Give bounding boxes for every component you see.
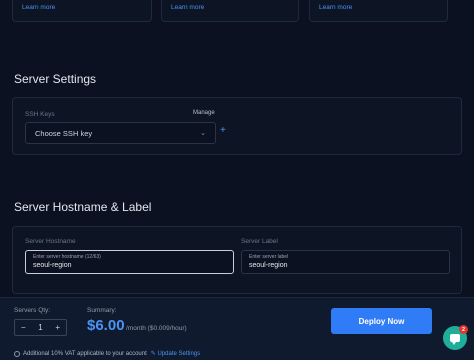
server-hostname-label: Server Hostname [25, 238, 76, 245]
server-settings-panel: SSH Keys Manage Choose SSH key ⌄ + [12, 97, 462, 155]
plan-card-3: Learn more [309, 0, 448, 22]
server-label-hint: Enter server label [249, 254, 289, 260]
server-label-value: seoul-region [249, 262, 288, 269]
plan-card-2: Learn more [161, 0, 299, 22]
hostname-label-title: Server Hostname & Label [14, 200, 152, 214]
price-period: /month ($0.009/hour) [126, 325, 187, 332]
ssh-key-select[interactable]: Choose SSH key ⌄ [25, 122, 216, 144]
chevron-down-icon: ⌄ [200, 130, 206, 137]
manage-link[interactable]: Manage [193, 110, 215, 116]
learn-more-link-2[interactable]: Learn more [171, 4, 204, 11]
server-label-input[interactable]: Enter server label seoul-region [241, 250, 450, 274]
summary-label: Summary: [87, 307, 117, 314]
server-label-label: Server Label [241, 238, 278, 245]
ssh-keys-label: SSH Keys [25, 111, 55, 118]
chat-icon [450, 334, 460, 345]
learn-more-link-1[interactable]: Learn more [22, 4, 55, 11]
qty-plus-button[interactable]: + [55, 323, 60, 332]
plan-card-1: Learn more [12, 0, 152, 22]
qty-value[interactable]: 1 [38, 323, 42, 332]
chat-badge: 2 [459, 325, 468, 334]
deploy-now-button[interactable]: Deploy Now [331, 308, 432, 334]
servers-qty-label: Servers Qty: [14, 307, 51, 314]
chat-button[interactable]: 2 [443, 325, 468, 350]
server-hostname-input[interactable]: Enter server hostname (12/63) seoul-regi… [25, 250, 234, 274]
info-icon [14, 350, 20, 357]
add-ssh-key-icon[interactable]: + [220, 125, 226, 136]
update-settings-link[interactable]: ✎ Update Settings [151, 350, 200, 357]
vat-text: Additional 10% VAT applicable to your ac… [23, 350, 147, 357]
deploy-footer: Servers Qty: − 1 + Summary: $6.00 /month… [0, 297, 474, 360]
hostname-label-panel: Server Hostname Server Label Enter serve… [12, 226, 462, 294]
learn-more-link-3[interactable]: Learn more [319, 4, 352, 11]
ssh-key-select-value: Choose SSH key [35, 128, 93, 138]
server-hostname-value: seoul-region [33, 262, 72, 269]
quantity-stepper: − 1 + [14, 319, 67, 336]
qty-minus-button[interactable]: − [21, 323, 26, 332]
vat-notice: Additional 10% VAT applicable to your ac… [14, 350, 200, 357]
price-value: $6.00 [87, 317, 125, 334]
server-settings-title: Server Settings [14, 72, 97, 86]
server-hostname-hint: Enter server hostname (12/63) [33, 254, 101, 260]
